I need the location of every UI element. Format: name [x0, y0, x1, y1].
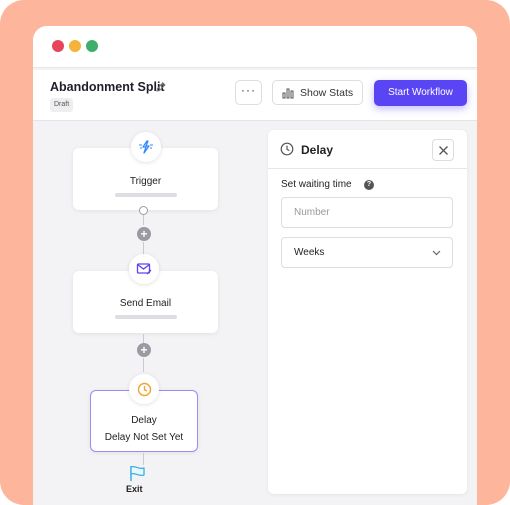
delay-settings-panel: Delay Set waiting time ? Weeks: [268, 130, 467, 494]
start-workflow-button[interactable]: Start Workflow: [374, 80, 467, 106]
panel-title: Delay: [301, 143, 334, 157]
app-window: Abandonment Split Draft ··· Show Stats S…: [33, 26, 477, 505]
waiting-number-input[interactable]: [281, 197, 453, 228]
close-icon: [439, 146, 448, 155]
node-placeholder-bar: [114, 315, 177, 319]
window-titlebar: [33, 26, 477, 68]
node-label: Trigger: [129, 176, 162, 187]
connector-line: [143, 242, 144, 254]
waiting-time-label: Set waiting time: [281, 179, 352, 190]
node-status: Delay Not Set Yet: [104, 432, 184, 443]
workflow-canvas[interactable]: Trigger + Send Email + Delay Delay Not S…: [33, 122, 263, 505]
time-unit-value: Weeks: [294, 247, 325, 258]
node-label: Delay: [131, 415, 157, 426]
close-window-button[interactable]: [52, 40, 64, 52]
show-stats-label: Show Stats: [300, 87, 354, 99]
workflow-title: Abandonment Split: [50, 80, 165, 94]
bar-chart-icon: [282, 88, 294, 99]
lightning-icon: [131, 132, 161, 162]
connector-line: [143, 358, 144, 372]
add-step-button[interactable]: +: [137, 227, 151, 241]
node-label: Send Email: [119, 298, 172, 309]
clock-icon: [129, 374, 159, 404]
pencil-icon[interactable]: [155, 80, 167, 92]
more-options-button[interactable]: ···: [235, 80, 262, 105]
show-stats-button[interactable]: Show Stats: [272, 80, 363, 105]
panel-header: Delay: [268, 130, 467, 169]
minimize-window-button[interactable]: [69, 40, 81, 52]
add-step-button[interactable]: +: [137, 343, 151, 357]
maximize-window-button[interactable]: [86, 40, 98, 52]
node-placeholder-bar: [114, 193, 177, 197]
connector-line: [143, 215, 144, 225]
time-unit-select[interactable]: Weeks: [281, 237, 453, 268]
status-badge: Draft: [50, 98, 74, 112]
connector-dot: [139, 206, 148, 215]
connector-line: [143, 453, 144, 465]
help-icon[interactable]: ?: [364, 180, 374, 190]
exit-label: Exit: [126, 484, 143, 494]
close-panel-button[interactable]: [432, 139, 454, 161]
workflow-header: Abandonment Split Draft ··· Show Stats S…: [33, 70, 477, 121]
email-icon: [129, 254, 159, 284]
clock-icon: [280, 142, 294, 161]
chevron-down-icon: [432, 250, 441, 256]
